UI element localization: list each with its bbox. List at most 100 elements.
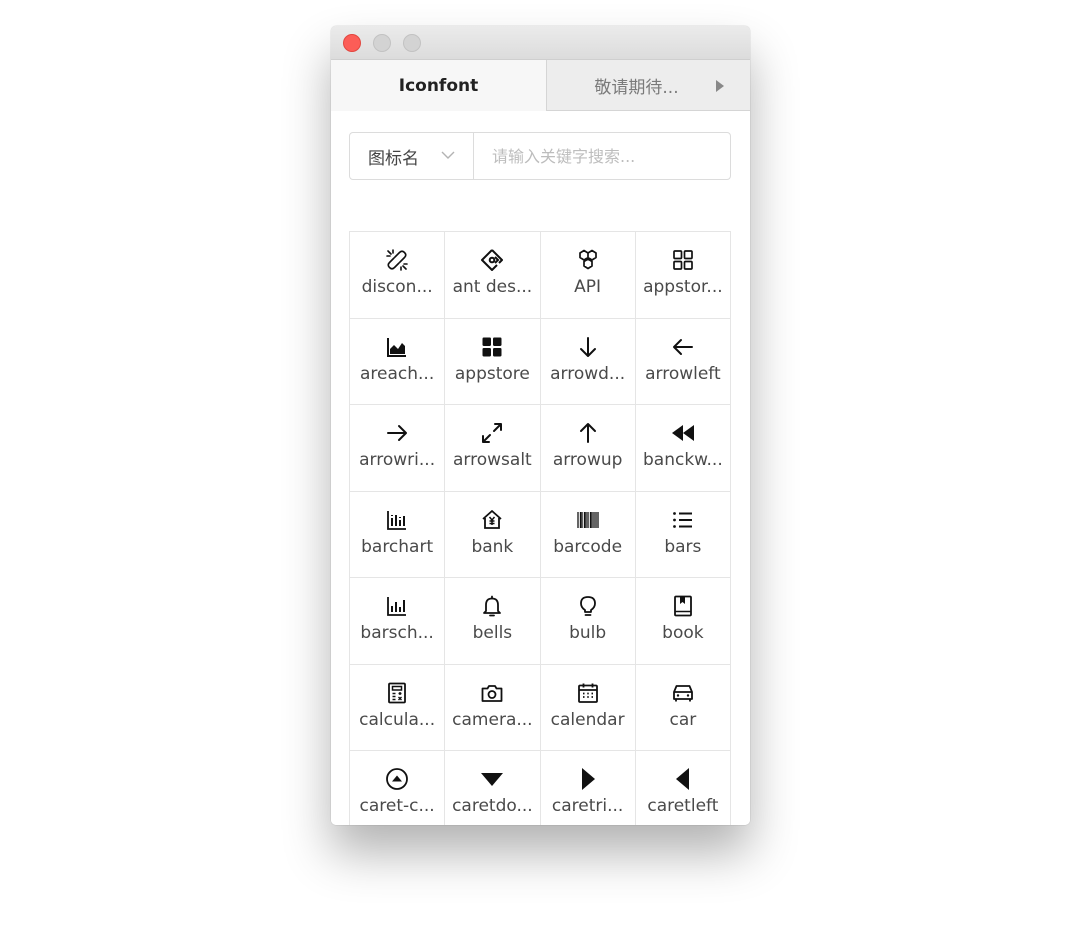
arrow-right-icon [387, 425, 408, 441]
icon-cell-label: book [662, 623, 704, 643]
icon-cell[interactable]: banckw... [635, 405, 731, 492]
arrow-left-icon [672, 338, 693, 355]
icon-cell[interactable]: barcode [540, 491, 636, 578]
icon-cell[interactable]: barsch... [350, 578, 446, 665]
backward-icon [671, 425, 694, 441]
caret-left-icon [675, 768, 689, 790]
icon-grid: discon... ant des... API appstor... areach..… [349, 231, 731, 825]
bank-icon [482, 509, 502, 529]
icon-cell-label: arrowup [552, 450, 623, 470]
icon-cell[interactable]: bulb [540, 578, 636, 665]
icon-cell-label: barchart [361, 536, 434, 557]
tab-label: 敬请期待... [594, 77, 679, 98]
icon-cell-label: bank [471, 536, 514, 557]
caret-circle-up-icon [386, 768, 409, 790]
bars-chart-icon [387, 597, 407, 616]
caret-right-icon[interactable] [716, 80, 724, 92]
tab-coming-soon[interactable]: 敬请期待... [546, 60, 750, 111]
icon-cell-label: caretleft [647, 796, 719, 816]
chevron-down-icon [441, 151, 455, 159]
icon-cell[interactable]: areach... [350, 318, 446, 405]
icon-cell-label: banckw... [643, 450, 723, 470]
appstore-filled-icon [482, 337, 502, 356]
caret-right-icon [581, 768, 595, 790]
icon-cell[interactable]: barchart [350, 491, 446, 578]
search-field-select[interactable]: 图标名 [350, 133, 474, 179]
calendar-icon [577, 683, 598, 703]
car-icon [672, 684, 693, 701]
camera-icon [481, 684, 503, 702]
tab-iconfont[interactable]: Iconfont [331, 60, 546, 111]
tab-label: Iconfont [398, 75, 479, 96]
api-icon [578, 249, 597, 270]
app-window: Iconfont 敬请期待... 图标名 discon... ant des...… [331, 26, 750, 825]
icon-cell[interactable]: camera... [445, 664, 541, 751]
icon-cell[interactable]: caretri... [541, 751, 636, 825]
icon-cell[interactable]: appstor... [635, 232, 731, 319]
icon-cell[interactable]: caretdo... [445, 751, 541, 825]
icon-cell-label: caretri... [551, 796, 624, 816]
icon-cell-label: arrowsalt [453, 450, 532, 470]
icon-cell-label: caretdo... [452, 796, 533, 816]
title-bar [331, 26, 750, 60]
icon-cell-label: bells [472, 623, 513, 643]
icon-cell[interactable]: appstore [445, 318, 541, 405]
icon-cell-label: barcode [553, 536, 623, 557]
icon-cell[interactable]: arrowup [540, 405, 636, 492]
tab-bar: Iconfont 敬请期待... [331, 60, 750, 111]
icon-cell[interactable]: ant des... [445, 232, 541, 319]
icon-cell[interactable]: bells [445, 578, 541, 665]
icon-cell[interactable]: bars [635, 491, 731, 578]
icon-cell[interactable]: car [635, 664, 731, 751]
caret-down-icon [481, 773, 504, 786]
bulb-icon [579, 596, 596, 616]
icon-cell[interactable]: bank [445, 491, 541, 578]
disconnect-icon [386, 249, 408, 271]
icon-cell-label: appstore [454, 363, 530, 384]
icon-cell-label: arrowri... [359, 450, 436, 470]
icon-cell[interactable]: API [540, 232, 636, 319]
arrow-up-icon [579, 423, 596, 443]
icon-cell-label: areach... [360, 363, 435, 384]
icon-cell[interactable]: arrowd... [540, 318, 636, 405]
close-window-button[interactable] [343, 34, 361, 52]
icon-cell-label: calendar [550, 709, 625, 730]
icon-cell-label: caret-c... [359, 796, 435, 816]
icon-cell[interactable]: calendar [540, 664, 636, 751]
bell-icon [483, 595, 502, 617]
icon-cell-label: discon... [361, 277, 433, 297]
main-content: 图标名 discon... ant des... API appstor... area… [331, 111, 750, 825]
icon-cell[interactable]: caretleft [636, 751, 731, 825]
search-bar: 图标名 [349, 132, 731, 180]
book-icon [673, 595, 692, 617]
icon-cell[interactable]: book [635, 578, 731, 665]
icon-cell-label: arrowd... [550, 363, 626, 384]
icon-cell[interactable]: caret-c... [350, 751, 446, 825]
icon-cell-label: calcula... [359, 709, 436, 730]
zoom-window-button[interactable] [403, 34, 421, 52]
arrows-alt-icon [482, 423, 503, 443]
icon-cell-label: camera... [452, 709, 533, 730]
appstore-outline-icon [673, 250, 693, 270]
search-input[interactable] [474, 133, 730, 179]
icon-cell-label: arrowleft [645, 363, 721, 384]
search-field-select-value: 图标名 [368, 148, 419, 169]
icon-cell[interactable]: arrowleft [635, 318, 731, 405]
calculator-icon [388, 682, 407, 703]
icon-cell[interactable]: arrowsalt [445, 405, 541, 492]
icon-cell[interactable]: discon... [350, 232, 446, 319]
icon-cell[interactable]: calcula... [350, 664, 446, 751]
ant-design-icon [481, 249, 504, 271]
icon-cell-label: bars [664, 536, 702, 557]
barcode-icon [576, 511, 599, 528]
arrow-down-icon [579, 336, 596, 357]
icon-cell-label: car [669, 709, 697, 730]
area-chart-icon [387, 337, 407, 357]
icon-cell[interactable]: arrowri... [350, 405, 446, 492]
icon-cell-label: bulb [569, 623, 607, 643]
icon-cell-label: ant des... [452, 277, 533, 297]
icon-cell-label: barsch... [360, 623, 434, 643]
icon-cell-label: API [574, 277, 602, 297]
icon-cell-label: appstor... [643, 277, 723, 297]
minimize-window-button[interactable] [373, 34, 391, 52]
